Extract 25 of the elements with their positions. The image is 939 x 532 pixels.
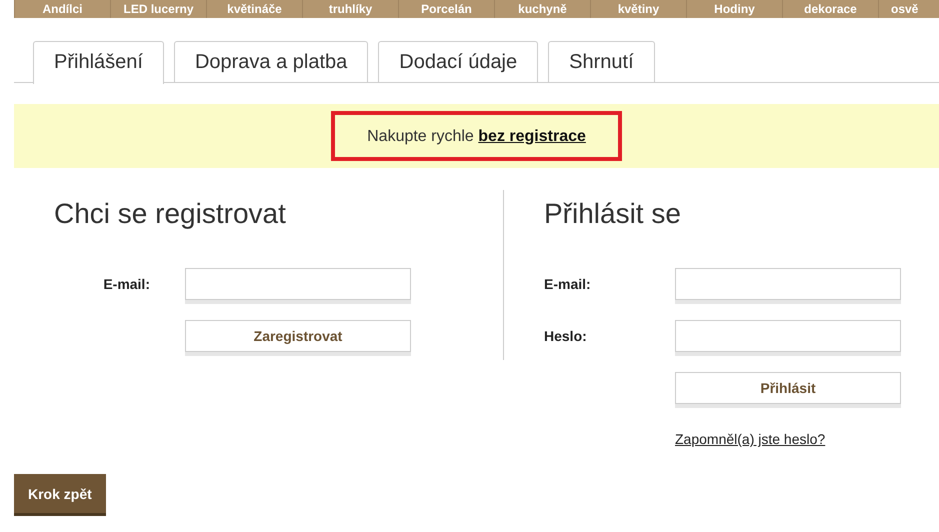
- nav-item[interactable]: Hodiny: [686, 0, 782, 18]
- back-button[interactable]: Krok zpět: [14, 474, 106, 516]
- field-label: E-mail:: [544, 276, 591, 292]
- nav-item[interactable]: Andílci: [14, 0, 110, 18]
- section-title: Přihlásit se: [544, 198, 681, 230]
- input-field[interactable]: [185, 268, 411, 300]
- checkout-tab[interactable]: Doprava a platba: [174, 41, 368, 82]
- field-label: Heslo:: [544, 328, 587, 344]
- nav-item[interactable]: květiny: [590, 0, 686, 18]
- nav-item[interactable]: květináče: [206, 0, 302, 18]
- nav-item[interactable]: truhlíky: [302, 0, 398, 18]
- nav-item[interactable]: osvě: [878, 0, 939, 18]
- guest-checkout-notice: Nakupte rychle bez registrace: [331, 111, 622, 161]
- nav-item[interactable]: Porcelán: [398, 0, 494, 18]
- forgot-password-link[interactable]: Zapomněl(a) jste heslo?: [675, 431, 826, 447]
- checkout-tab[interactable]: Dodací údaje: [378, 41, 538, 82]
- nav-item[interactable]: dekorace: [782, 0, 878, 18]
- checkout-tab[interactable]: Shrnutí: [548, 41, 655, 82]
- section-title: Chci se registrovat: [54, 198, 286, 230]
- nav-item[interactable]: kuchyně: [494, 0, 590, 18]
- input-field[interactable]: [675, 320, 901, 352]
- checkout-tab[interactable]: Přihlášení: [33, 41, 164, 84]
- input-field[interactable]: [675, 268, 901, 300]
- field-label: E-mail:: [103, 276, 150, 292]
- nav-item[interactable]: LED lucerny: [110, 0, 206, 18]
